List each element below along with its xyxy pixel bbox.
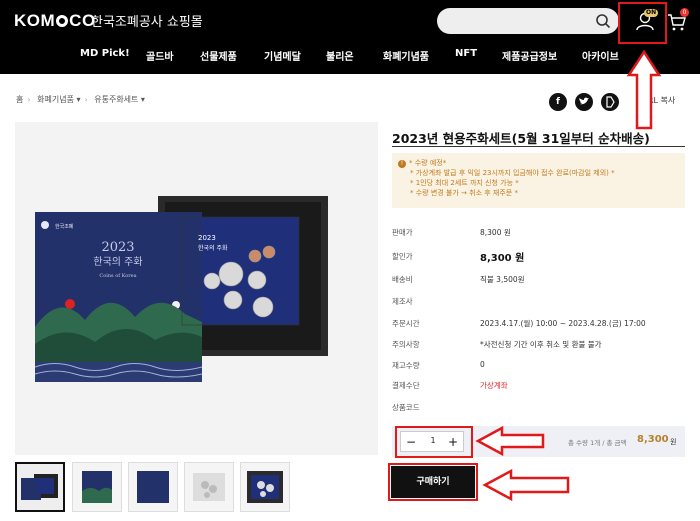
notice-line-4: * 수량 변경 불가 → 취소 후 재주문 * xyxy=(410,189,518,197)
mall-name: 한국조폐공사 쇼핑몰 xyxy=(91,15,203,30)
maker-label: 제조사 xyxy=(392,297,413,306)
breadcrumb-category[interactable]: 화폐기념품 ▾ xyxy=(37,95,80,104)
breadcrumb-home[interactable]: 홈 xyxy=(16,95,23,104)
total-amount: 8,300 xyxy=(637,434,669,445)
nav-nft[interactable]: NFT xyxy=(455,48,477,59)
product-main-image: 한국조폐 2023 한국의 주화 Coins of Korea 2023 한국의… xyxy=(15,122,378,455)
case-title: 한국의 주화 xyxy=(198,244,228,252)
payment-value: 가상계좌 xyxy=(480,381,508,390)
annotation-box-login xyxy=(618,2,667,44)
annotation-box-quantity xyxy=(395,426,473,458)
booklet-year: 2023 xyxy=(101,240,134,255)
annotation-arrow-buy xyxy=(482,468,570,502)
breadcrumb: 홈 › 화폐기념품 ▾ › 유통주화세트 ▾ xyxy=(16,95,145,104)
total-unit: 원 xyxy=(670,438,677,446)
cart-count-badge: 0 xyxy=(680,8,689,17)
product-code-label: 상품코드 xyxy=(392,403,420,412)
nav-medal[interactable]: 기념메달 xyxy=(264,48,301,63)
thumbnail-4[interactable] xyxy=(184,462,234,512)
thumbnail-3[interactable] xyxy=(128,462,178,512)
booklet-subtitle: Coins of Korea xyxy=(99,273,136,279)
stock-value: 0 xyxy=(480,360,485,369)
main-nav: MD Pick! 골드바 선물제품 기념메달 불리온 화폐기념품 NFT 제품공… xyxy=(0,48,700,68)
search-input[interactable] xyxy=(437,8,619,34)
annotation-box-buy xyxy=(388,463,478,501)
stock-label: 재고수량 xyxy=(392,361,420,370)
sale-price-value: 8,300 원 xyxy=(480,253,525,264)
nav-supply-info[interactable]: 제품공급정보 xyxy=(502,48,557,63)
blog-share-icon[interactable] xyxy=(601,93,619,111)
sale-price-label: 할인가 xyxy=(392,252,413,261)
payment-label: 결제수단 xyxy=(392,381,420,390)
notice-line-1: * 수량 예정* xyxy=(409,159,447,167)
booklet-title: 한국의 주화 xyxy=(93,256,142,268)
notice-line-2: * 가상계좌 발급 후 익일 23시까지 입금해야 접수 완료(마감일 제외) … xyxy=(410,169,615,177)
title-divider xyxy=(392,146,685,147)
price-value: 8,300 원 xyxy=(480,228,511,237)
case-year: 2023 xyxy=(198,234,216,242)
thumbnail-1[interactable] xyxy=(15,462,65,512)
total-label: 총 수량 1개 / 총 금액 xyxy=(568,439,627,447)
nav-bullion[interactable]: 불리온 xyxy=(326,48,354,63)
shipping-label: 배송비 xyxy=(392,275,413,284)
komsco-logo[interactable]: KOM CO xyxy=(14,11,96,31)
order-time-label: 주문시간 xyxy=(392,319,420,328)
thumbnail-2[interactable] xyxy=(72,462,122,512)
breadcrumb-subcategory[interactable]: 유통주화세트 ▾ xyxy=(94,95,145,104)
notice-icon: ! xyxy=(398,160,406,168)
nav-currency-goods[interactable]: 화폐기념품 xyxy=(383,48,429,63)
nav-archive[interactable]: 아카이브 xyxy=(582,48,619,63)
nav-gift[interactable]: 선물제품 xyxy=(200,48,237,63)
nav-gold-bar[interactable]: 골드바 xyxy=(146,48,174,63)
url-copy-button[interactable]: RL 복사 xyxy=(648,95,675,106)
twitter-share-icon[interactable] xyxy=(575,93,593,111)
booklet-brand: 한국조폐 xyxy=(55,223,74,230)
product-title: 2023년 현용주화세트(5월 31일부터 순차배송) xyxy=(392,131,650,146)
order-notice-box: ! * 수량 예정* * 가상계좌 발급 후 익일 23시까지 입금해야 접수 완… xyxy=(392,153,685,208)
caution-label: 주의사항 xyxy=(392,340,420,349)
price-label: 판매가 xyxy=(392,228,413,237)
facebook-share-icon[interactable]: f xyxy=(549,93,567,111)
order-time-value: 2023.4.17.(월) 10:00 ~ 2023.4.28.(금) 17:0… xyxy=(480,319,646,328)
thumbnail-5[interactable] xyxy=(240,462,290,512)
shipping-value: 직불 3,500원 xyxy=(480,275,525,284)
notice-line-3: * 1인당 최대 2세트 까지 신청 가능 * xyxy=(410,179,519,187)
search-icon[interactable] xyxy=(595,13,611,29)
top-header: KOM CO 한국조폐공사 쇼핑몰 ON 0 MD Pick! 골드바 선물제품 … xyxy=(0,0,700,74)
nav-md-pick[interactable]: MD Pick! xyxy=(80,48,130,59)
caution-value: *사전신청 기간 이후 취소 및 환불 불가 xyxy=(480,340,602,349)
